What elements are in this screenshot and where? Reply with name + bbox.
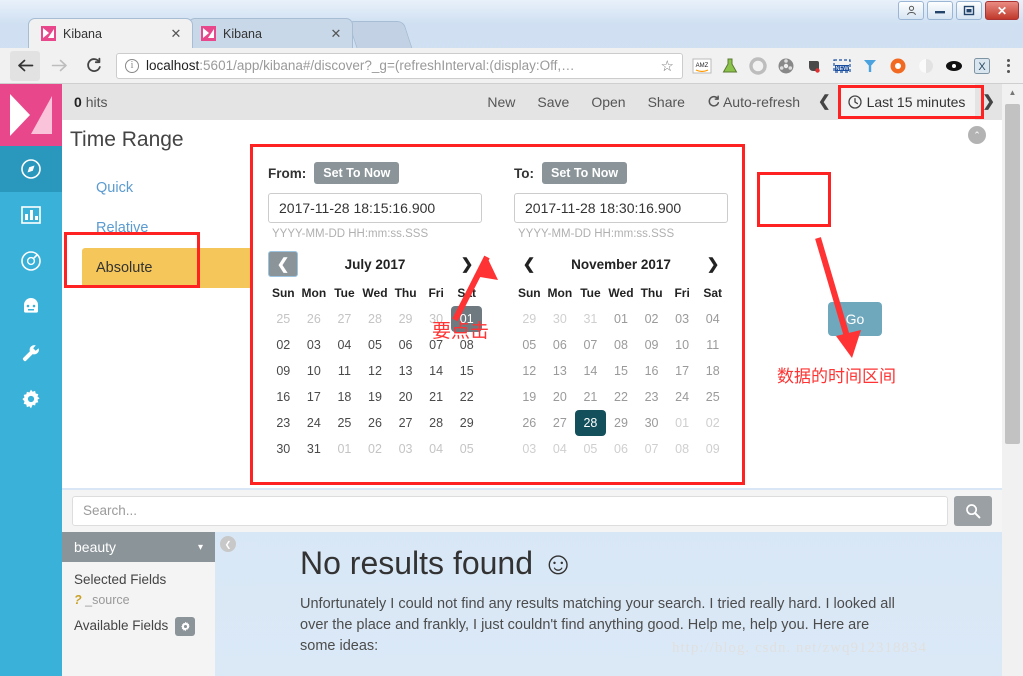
- annotation-arrow-to-range: [815, 237, 861, 358]
- browser-tab-inactive[interactable]: Kibana ✕: [188, 18, 353, 48]
- tab-title: Kibana: [223, 26, 262, 41]
- browser-tab-active[interactable]: Kibana ✕: [28, 18, 193, 48]
- browser-window: ✕ Kibana ✕ Kibana ✕ i localhost:5601/app…: [0, 0, 1023, 676]
- annotation-text-click-here: 要点击: [432, 321, 490, 342]
- kibana-favicon-icon: [41, 26, 56, 41]
- tab-close-icon[interactable]: ✕: [328, 26, 344, 42]
- tab-close-icon[interactable]: ✕: [168, 26, 184, 42]
- tab-title: Kibana: [63, 26, 102, 41]
- annotation-text-data-time-range: 数据的时间区间: [777, 367, 896, 386]
- kibana-favicon-icon: [201, 26, 216, 41]
